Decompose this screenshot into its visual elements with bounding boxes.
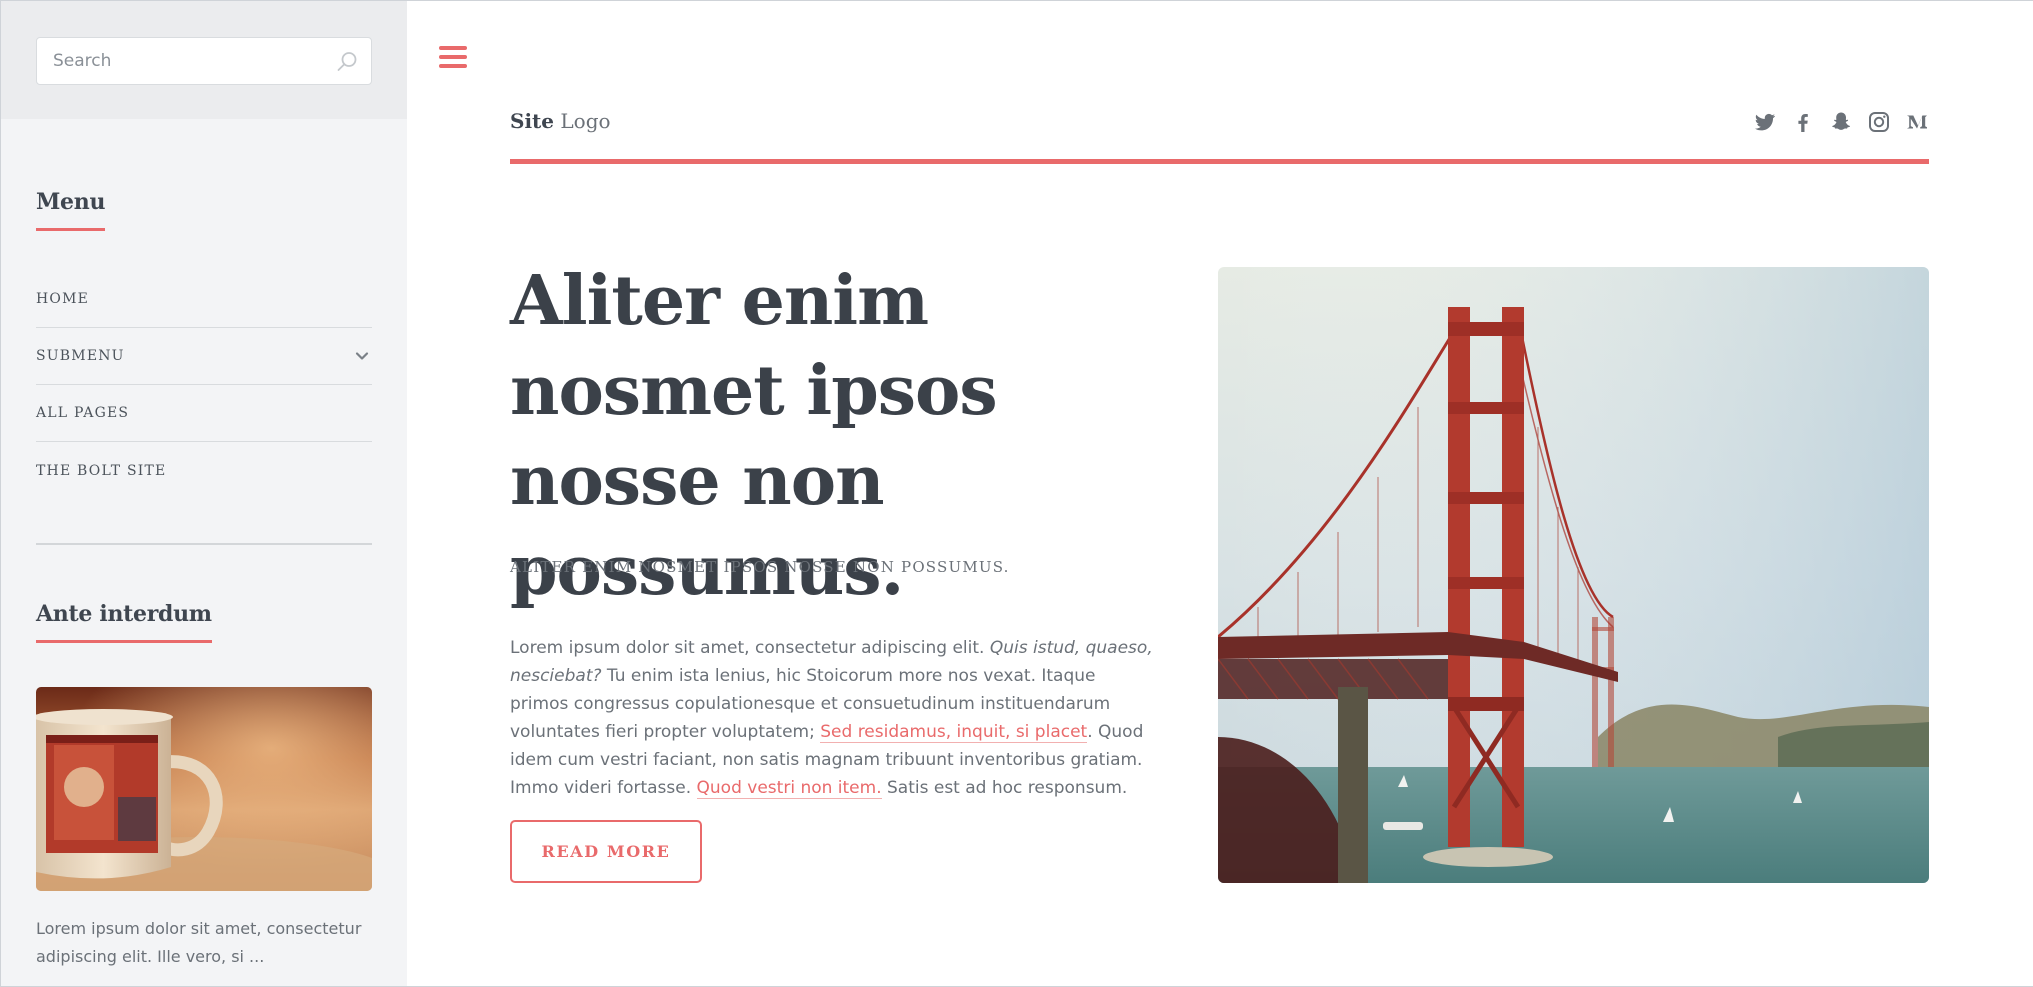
hamburger-menu-icon[interactable] bbox=[439, 46, 467, 72]
body-link[interactable]: Sed residamus, inquit, si placet bbox=[820, 722, 1088, 743]
logo-bold-text: Site bbox=[510, 109, 555, 133]
page: Menu HOME SUBMENU ALL PAGES THE BOLT SIT… bbox=[0, 0, 2033, 987]
section-text: Lorem ipsum dolor sit amet, consectetur … bbox=[36, 919, 362, 966]
site-logo[interactable]: Site Logo bbox=[510, 109, 611, 133]
menu-block: Menu HOME SUBMENU ALL PAGES THE BOLT SIT… bbox=[36, 189, 372, 515]
menu-item-label: SUBMENU bbox=[36, 348, 125, 364]
menu-item-label: ALL PAGES bbox=[36, 405, 130, 421]
instagram-icon[interactable] bbox=[1867, 110, 1891, 134]
section-title: Ante interdum bbox=[36, 601, 212, 643]
search-box[interactable] bbox=[36, 37, 372, 85]
search-icon[interactable] bbox=[335, 50, 359, 74]
menu-item-label: HOME bbox=[36, 291, 90, 307]
menu-title: Menu bbox=[36, 189, 105, 231]
sidebar: Menu HOME SUBMENU ALL PAGES THE BOLT SIT… bbox=[1, 1, 407, 986]
body-link[interactable]: Quod vestri non item. bbox=[696, 778, 882, 799]
logo-light-text: Logo bbox=[560, 109, 611, 133]
ante-block: Ante interdum Lorem ipsum dolor sit amet… bbox=[36, 601, 372, 971]
main-content: Site Logo Aliter enim nosmet ipsos nosse… bbox=[407, 1, 2033, 986]
menu-item-home[interactable]: HOME bbox=[36, 271, 372, 328]
body-text: Satis est ad hoc responsum. bbox=[881, 778, 1128, 798]
bridge-image[interactable] bbox=[1218, 267, 1929, 883]
medium-icon[interactable] bbox=[1905, 110, 1929, 134]
sidebar-search-area bbox=[1, 1, 407, 119]
social-links bbox=[1753, 110, 1929, 134]
hero-body: Lorem ipsum dolor sit amet, consectetur … bbox=[510, 634, 1155, 802]
facebook-icon[interactable] bbox=[1791, 110, 1815, 134]
read-more-button[interactable]: READ MORE bbox=[510, 820, 702, 883]
site-header: Site Logo bbox=[510, 106, 1929, 164]
search-input[interactable] bbox=[37, 38, 371, 84]
sidebar-divider bbox=[36, 543, 372, 545]
snapchat-icon[interactable] bbox=[1829, 110, 1853, 134]
menu-item-submenu[interactable]: SUBMENU bbox=[36, 328, 372, 385]
body-text: Lorem ipsum dolor sit amet, consectetur … bbox=[510, 638, 990, 658]
menu-item-bolt-site[interactable]: THE BOLT SITE bbox=[36, 442, 372, 499]
mug-image[interactable] bbox=[36, 687, 372, 891]
twitter-icon[interactable] bbox=[1753, 110, 1777, 134]
menu-list: HOME SUBMENU ALL PAGES THE BOLT SITE bbox=[36, 271, 372, 499]
menu-item-all-pages[interactable]: ALL PAGES bbox=[36, 385, 372, 442]
hero-subtitle: ALITER ENIM NOSMET IPSOS NOSSE NON POSSU… bbox=[510, 558, 1010, 576]
chevron-down-icon[interactable] bbox=[354, 348, 370, 364]
menu-item-label: THE BOLT SITE bbox=[36, 462, 167, 479]
